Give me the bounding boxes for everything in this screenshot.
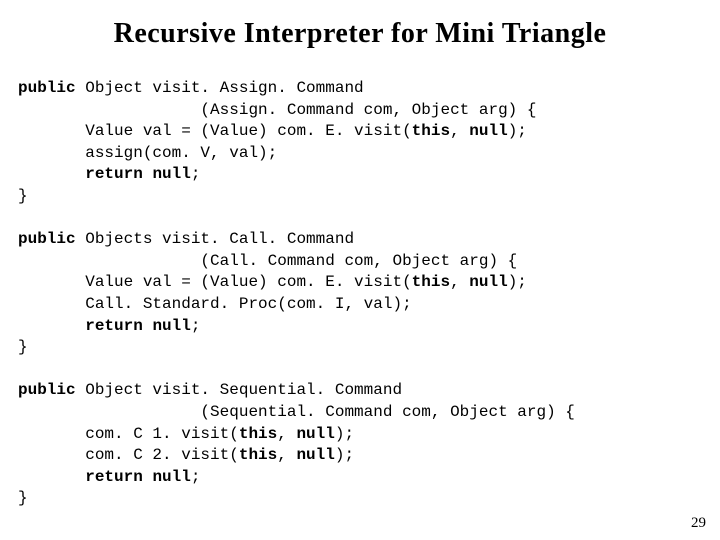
page-number: 29 [691, 515, 706, 532]
code-text: com. C 1. visit( [18, 425, 239, 443]
keyword-null: null [296, 446, 334, 464]
code-text: } [18, 187, 28, 205]
keyword-null: null [152, 165, 190, 183]
code-text: ; [191, 165, 201, 183]
keyword-null: null [152, 317, 190, 335]
keyword-return: return [85, 468, 143, 486]
keyword-return: return [85, 165, 143, 183]
code-block: public Object visit. Assign. Command (As… [0, 60, 720, 510]
code-text: ); [335, 425, 354, 443]
code-text: ; [191, 468, 201, 486]
code-text: Value val = (Value) com. E. visit( [18, 273, 412, 291]
code-text: , [450, 273, 469, 291]
keyword-return: return [85, 317, 143, 335]
code-text: (Sequential. Command com, Object arg) { [18, 403, 575, 421]
keyword-null: null [152, 468, 190, 486]
code-text: ); [335, 446, 354, 464]
code-text: , [450, 122, 469, 140]
keyword-this: this [239, 446, 277, 464]
code-text [18, 317, 85, 335]
keyword-this: this [412, 122, 450, 140]
code-text: } [18, 489, 28, 507]
code-text: Objects visit. Call. Command [76, 230, 354, 248]
keyword-public: public [18, 79, 76, 97]
keyword-public: public [18, 230, 76, 248]
keyword-null: null [469, 122, 507, 140]
code-text: Object visit. Assign. Command [76, 79, 364, 97]
keyword-public: public [18, 381, 76, 399]
code-text: Value val = (Value) com. E. visit( [18, 122, 412, 140]
code-text: ; [191, 317, 201, 335]
code-text [143, 165, 153, 183]
code-text: assign(com. V, val); [18, 144, 277, 162]
code-text: ); [508, 122, 527, 140]
keyword-null: null [469, 273, 507, 291]
code-text [143, 468, 153, 486]
code-text: Call. Standard. Proc(com. I, val); [18, 295, 412, 313]
code-text: ); [508, 273, 527, 291]
code-text: (Call. Command com, Object arg) { [18, 252, 517, 270]
code-text [18, 165, 85, 183]
keyword-this: this [412, 273, 450, 291]
code-text: Object visit. Sequential. Command [76, 381, 402, 399]
code-text: com. C 2. visit( [18, 446, 239, 464]
code-text: , [277, 446, 296, 464]
code-text: (Assign. Command com, Object arg) { [18, 101, 536, 119]
code-text: } [18, 338, 28, 356]
slide-title: Recursive Interpreter for Mini Triangle [0, 0, 720, 60]
code-text [18, 468, 85, 486]
keyword-null: null [296, 425, 334, 443]
keyword-this: this [239, 425, 277, 443]
code-text [143, 317, 153, 335]
code-text: , [277, 425, 296, 443]
